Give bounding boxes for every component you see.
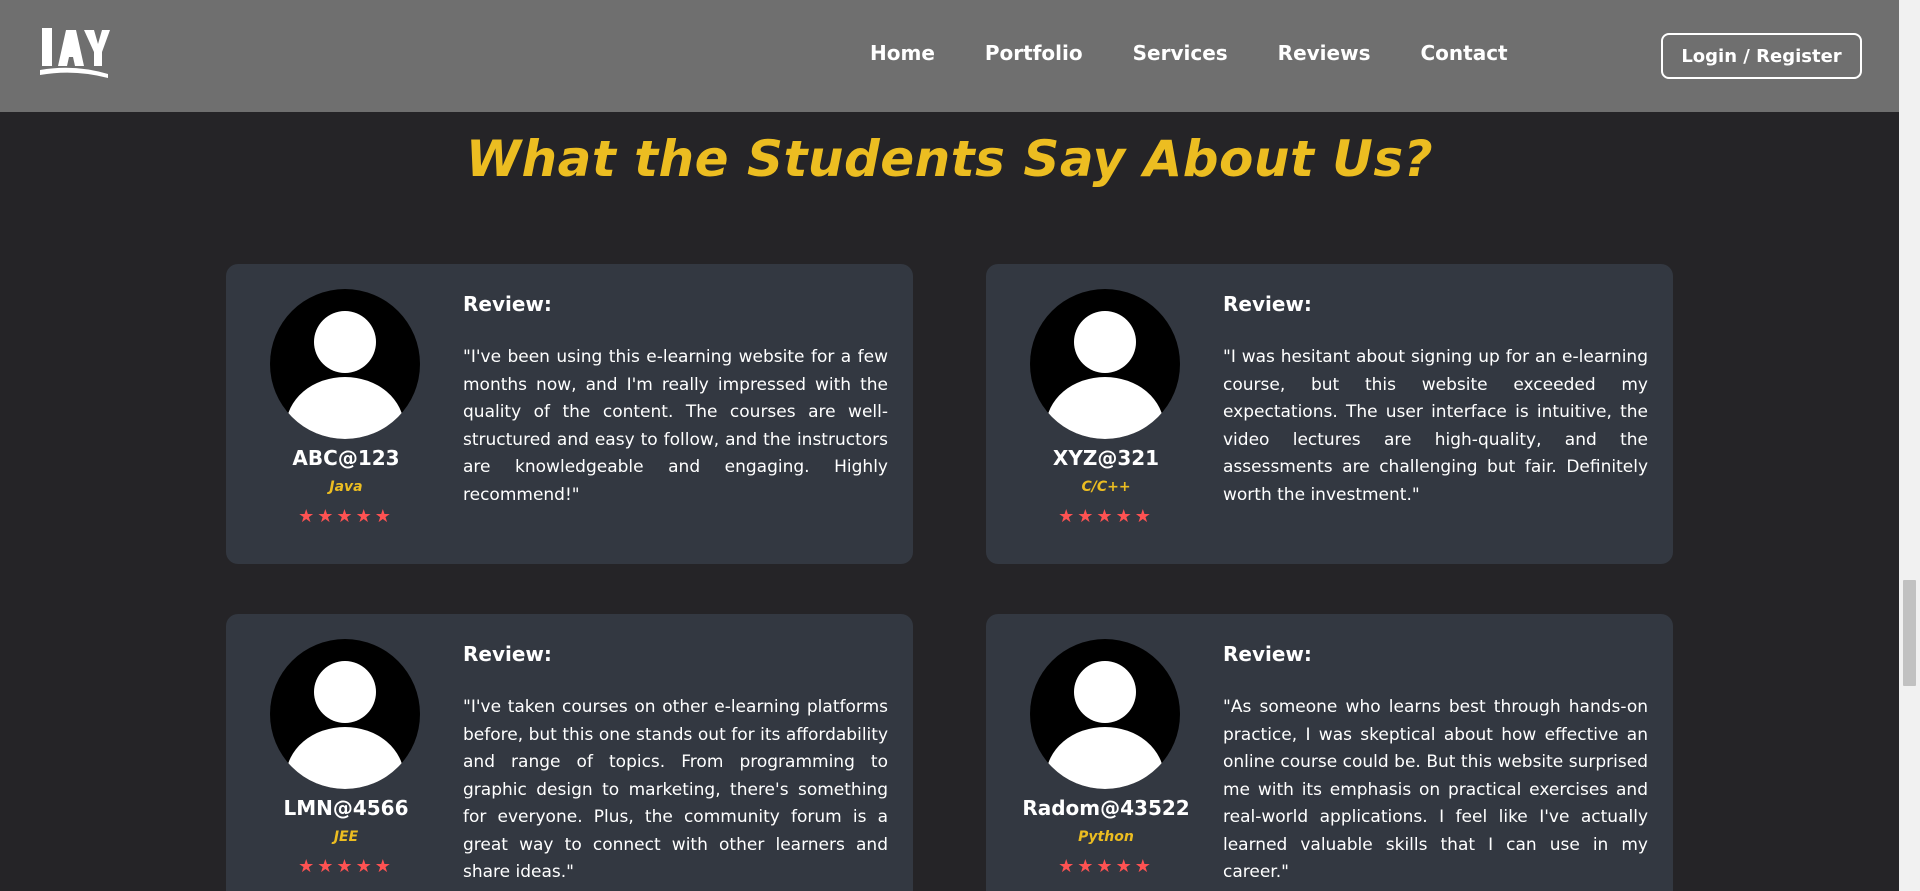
scrollbar-thumb[interactable] <box>1903 580 1916 686</box>
avatar-icon <box>270 289 420 439</box>
nav-links: Home Portfolio Services Reviews Contact <box>870 41 1558 65</box>
review-text: "I was hesitant about signing up for an … <box>1223 347 1648 505</box>
nav-link-services[interactable]: Services <box>1133 41 1228 65</box>
reviewer-profile: ABC@123 Java ★★★★★ <box>226 264 466 564</box>
review-label: Review: <box>463 642 552 666</box>
avatar-icon <box>270 639 420 789</box>
review-text: "I've been using this e-learning website… <box>463 347 888 505</box>
review-card: LMN@4566 JEE ★★★★★ Review: "I've taken c… <box>226 614 913 891</box>
reviewer-profile: LMN@4566 JEE ★★★★★ <box>226 614 466 891</box>
reviewer-username: ABC@123 <box>292 446 400 470</box>
star-rating: ★★★★★ <box>298 856 394 877</box>
nav-link-reviews[interactable]: Reviews <box>1278 41 1371 65</box>
section-heading: What the Students Say About Us? <box>465 130 1434 188</box>
site-logo[interactable] <box>38 24 110 80</box>
reviewer-course: Python <box>1078 829 1134 845</box>
nav-link-portfolio[interactable]: Portfolio <box>985 41 1083 65</box>
nav-link-contact[interactable]: Contact <box>1420 41 1507 65</box>
reviewer-profile: XYZ@321 C/C++ ★★★★★ <box>986 264 1226 564</box>
review-label: Review: <box>1223 642 1312 666</box>
review-card: ABC@123 Java ★★★★★ Review: "I've been us… <box>226 264 913 564</box>
review-text: "As someone who learns best through hand… <box>1223 697 1648 882</box>
avatar-icon <box>1030 289 1180 439</box>
reviewer-course: Java <box>329 479 363 495</box>
nav-link-home[interactable]: Home <box>870 41 935 65</box>
review-label: Review: <box>1223 292 1312 316</box>
star-rating: ★★★★★ <box>1058 506 1154 527</box>
star-rating: ★★★★★ <box>298 506 394 527</box>
reviewer-profile: Radom@43522 Python ★★★★★ <box>986 614 1226 891</box>
review-text: "I've taken courses on other e-learning … <box>463 697 888 882</box>
star-rating: ★★★★★ <box>1058 856 1154 877</box>
logo-icon <box>40 28 110 78</box>
review-card: XYZ@321 C/C++ ★★★★★ Review: "I was hesit… <box>986 264 1673 564</box>
reviewer-course: JEE <box>333 829 359 845</box>
review-card: Radom@43522 Python ★★★★★ Review: "As som… <box>986 614 1673 891</box>
avatar-icon <box>1030 639 1180 789</box>
reviewer-username: XYZ@321 <box>1052 446 1160 470</box>
page-scrollbar[interactable] <box>1899 0 1920 891</box>
reviewer-course: C/C++ <box>1081 479 1131 495</box>
reviewer-username: LMN@4566 <box>283 796 409 820</box>
review-label: Review: <box>463 292 552 316</box>
login-register-button[interactable]: Login / Register <box>1661 33 1862 79</box>
navbar: Home Portfolio Services Reviews Contact … <box>0 0 1899 112</box>
reviewer-username: Radom@43522 <box>1022 796 1190 820</box>
